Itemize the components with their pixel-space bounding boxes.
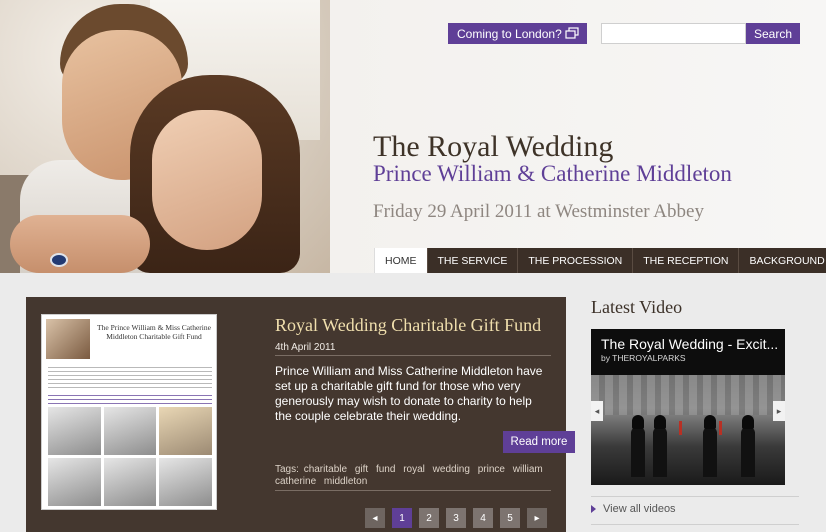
video-prev-arrow-icon[interactable]: ◂ (591, 401, 603, 421)
site-header: Coming to London? Search The Royal Weddi… (0, 0, 826, 273)
feature-panel: The Prince William & Miss Catherine Midd… (26, 297, 575, 532)
tag-link[interactable]: catherine (275, 476, 316, 487)
thumbnail-grid (48, 407, 212, 506)
guard-figure (741, 415, 755, 477)
tag-link[interactable]: prince (478, 464, 505, 475)
tag-link[interactable]: wedding (433, 464, 470, 475)
event-date: Friday 29 April 2011 at Westminster Abbe… (373, 201, 704, 222)
pagination: ◂ 1 2 3 4 5 ▸ (365, 508, 547, 528)
main-content: The Prince William & Miss Catherine Midd… (0, 273, 826, 532)
pager-page-2[interactable]: 2 (419, 508, 439, 528)
couple-photo (0, 0, 330, 273)
video-player[interactable]: The Royal Wedding - Excit... by THEROYAL… (591, 329, 785, 485)
nav-item-the-service[interactable]: THE SERVICE (426, 248, 518, 273)
feature-body: Prince William and Miss Catherine Middle… (275, 364, 543, 423)
nav-item-home[interactable]: HOME (374, 248, 427, 273)
latest-video-heading: Latest Video (591, 297, 683, 317)
tag-link[interactable]: charitable (304, 464, 347, 475)
page-title: The Royal Wedding (373, 130, 614, 163)
tag-link[interactable]: middleton (324, 476, 367, 487)
thumbnail-photo (46, 319, 90, 359)
divider (275, 355, 551, 356)
divider (591, 496, 799, 497)
pager-next-button[interactable]: ▸ (527, 508, 547, 528)
nav-item-the-procession[interactable]: THE PROCESSION (517, 248, 633, 273)
tag-link[interactable]: fund (376, 464, 395, 475)
divider (275, 490, 551, 491)
view-all-videos-link[interactable]: View all videos (591, 503, 676, 515)
pager-page-3[interactable]: 3 (446, 508, 466, 528)
feature-title[interactable]: Royal Wedding Charitable Gift Fund (275, 315, 541, 336)
page-subtitle: Prince William & Catherine Middleton (373, 161, 732, 186)
coming-to-london-label: Coming to London? (457, 26, 562, 41)
pager-page-5[interactable]: 5 (500, 508, 520, 528)
tag-link[interactable]: william (513, 464, 543, 475)
video-next-arrow-icon[interactable]: ▸ (773, 401, 785, 421)
gift-fund-thumbnail[interactable]: The Prince William & Miss Catherine Midd… (41, 314, 217, 510)
video-title[interactable]: The Royal Wedding - Excit... (601, 336, 778, 352)
guard-figure (653, 415, 667, 477)
main-nav: HOME THE SERVICE THE PROCESSION THE RECE… (374, 248, 826, 273)
external-window-icon (565, 27, 579, 39)
search-input[interactable] (601, 23, 746, 44)
feature-date: 4th April 2011 (275, 342, 336, 353)
read-more-button[interactable]: Read more (503, 431, 575, 453)
search-button[interactable]: Search (746, 23, 800, 44)
bullet-arrow-icon (591, 505, 596, 514)
thumbnail-title: The Prince William & Miss Catherine Midd… (97, 323, 211, 341)
tag-list: Tags: charitable gift fund royal wedding… (275, 464, 555, 488)
tags-label: Tags: (275, 464, 299, 475)
pager-page-4[interactable]: 4 (473, 508, 493, 528)
nav-item-background[interactable]: BACKGROUND (738, 248, 826, 273)
divider (591, 524, 799, 525)
tag-link[interactable]: gift (355, 464, 368, 475)
coming-to-london-button[interactable]: Coming to London? (448, 23, 587, 44)
video-author: by THEROYALPARKS (601, 353, 686, 363)
engagement-ring (50, 253, 68, 267)
pager-prev-button[interactable]: ◂ (365, 508, 385, 528)
guard-figure (631, 415, 645, 477)
tag-link[interactable]: royal (403, 464, 425, 475)
guard-figure (703, 415, 717, 477)
pager-page-1[interactable]: 1 (392, 508, 412, 528)
nav-item-the-reception[interactable]: THE RECEPTION (632, 248, 739, 273)
